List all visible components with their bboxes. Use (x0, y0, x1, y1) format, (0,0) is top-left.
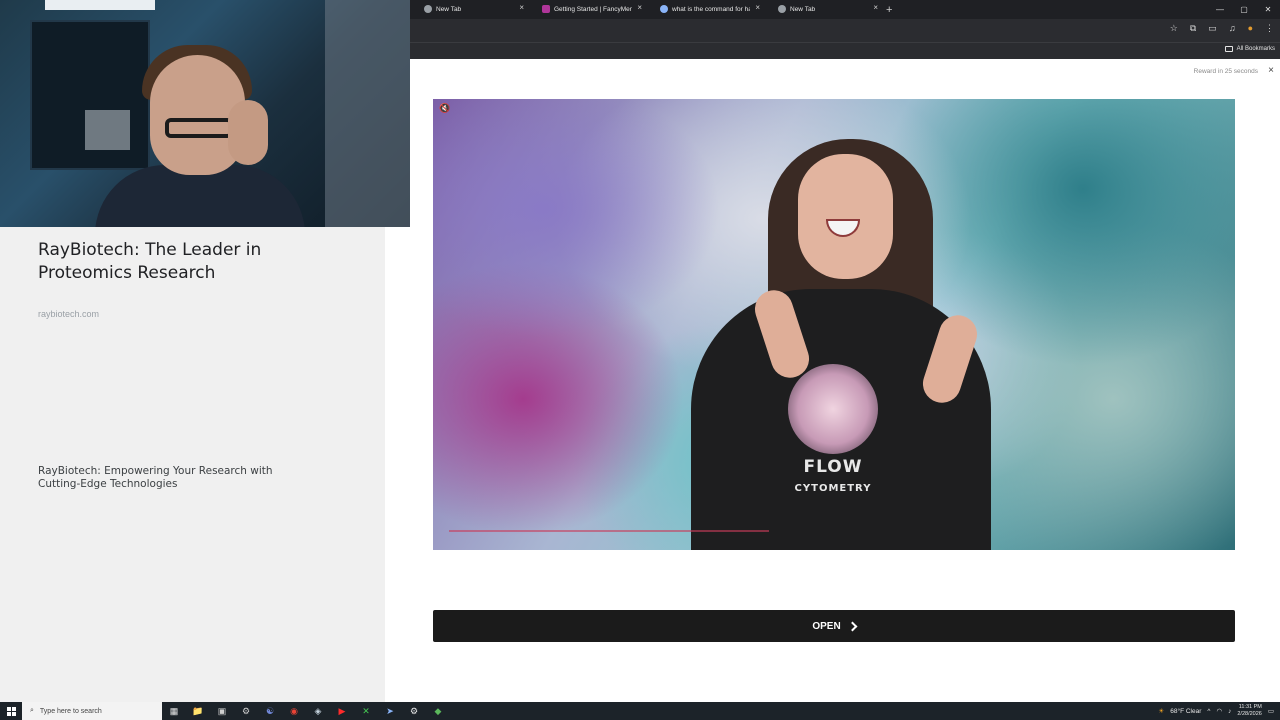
close-tab-icon[interactable]: × (873, 3, 878, 12)
steam-icon[interactable]: ◈ (306, 702, 330, 720)
ad-main-area: Reward in 25 seconds × 🔇 FLOW CYTOMETRY … (385, 59, 1280, 702)
tab-fancymenu[interactable]: Getting Started | FancyMenu v × (528, 0, 646, 19)
globe-icon (778, 5, 786, 13)
tab-search[interactable]: what is the command for hardc × (646, 0, 764, 19)
streamer-glasses (165, 118, 233, 138)
globe-icon (424, 5, 432, 13)
all-bookmarks-label: All Bookmarks (1236, 46, 1275, 52)
chrome-icon[interactable]: ◉ (282, 702, 306, 720)
all-bookmarks-button[interactable]: All Bookmarks (1224, 46, 1275, 52)
browser-toolbar: ☆ ⧉ ▭ ♫ ● ⋮ (410, 19, 1280, 42)
profile-avatar-icon[interactable]: ● (1248, 23, 1253, 34)
bookmarks-bar: All Bookmarks (410, 42, 1280, 59)
ad-description: RayBiotech: Empowering Your Research wit… (38, 465, 273, 490)
presenter-face (798, 154, 893, 279)
windows-logo-icon (6, 706, 16, 716)
gear-icon[interactable]: ⚙ (402, 702, 426, 720)
window-controls: — ▢ ✕ (1208, 0, 1280, 19)
background-box (85, 110, 130, 150)
folder-icon (1224, 46, 1233, 52)
ad-title[interactable]: RayBiotech: The Leader in Proteomics Res… (38, 239, 338, 285)
tray-overflow-icon[interactable]: ^ (1207, 708, 1210, 715)
maximize-icon[interactable]: ▢ (1232, 0, 1256, 19)
open-button[interactable]: OPEN (433, 610, 1235, 642)
tab-label: Getting Started | FancyMenu v (554, 6, 632, 13)
ad-video[interactable]: 🔇 FLOW CYTOMETRY (433, 99, 1235, 550)
task-view-icon[interactable]: ▦ (162, 702, 186, 720)
webcam-overlay (0, 0, 410, 227)
app-icon[interactable]: ➤ (378, 702, 402, 720)
reward-countdown: Reward in 25 seconds (1193, 68, 1258, 75)
search-icon: ⌕ (30, 707, 34, 714)
xbox-icon[interactable]: ✕ (354, 702, 378, 720)
mute-icon[interactable]: 🔇 (439, 103, 451, 115)
shirt-text-flow: FLOW (803, 457, 863, 477)
tab-new-tab-1[interactable]: New Tab × (410, 0, 528, 19)
network-icon[interactable]: ◠ (1216, 707, 1222, 715)
streamer-hand (228, 100, 268, 165)
search-placeholder: Type here to search (39, 707, 102, 715)
file-explorer-icon[interactable]: 📁 (186, 702, 210, 720)
shirt-text-cytometry: CYTOMETRY (794, 483, 872, 494)
extensions-icon[interactable]: ⧉ (1190, 23, 1196, 34)
ad-domain[interactable]: raybiotech.com (38, 309, 99, 319)
open-button-label: OPEN (812, 620, 841, 632)
video-progress-bar (449, 530, 769, 532)
discord-icon[interactable]: ☯ (258, 702, 282, 720)
notification-icon[interactable]: ▭ (1268, 707, 1274, 715)
tab-label: what is the command for hardc (672, 6, 750, 13)
tab-label: New Tab (790, 6, 816, 13)
system-tray: ☀ 68°F Clear ^ ◠ ♪ 11:31 PM 2/28/2026 ▭ (1158, 702, 1280, 720)
shirt-text: FLOW CYTOMETRY (788, 457, 878, 494)
youtube-icon[interactable]: ▶ (330, 702, 354, 720)
browser-tab-bar: New Tab × Getting Started | FancyMenu v … (410, 0, 1280, 19)
toolbar-icons: ☆ ⧉ ▭ ♫ ● ⋮ (1170, 23, 1274, 34)
clock-time: 11:31 PM (1238, 704, 1262, 710)
google-icon (660, 5, 668, 13)
minimize-icon[interactable]: — (1208, 0, 1232, 19)
settings-app-icon[interactable]: ⚙ (234, 702, 258, 720)
windows-taskbar: ⌕ Type here to search ▦ 📁 ▣ ⚙ ☯ ◉ ◈ ▶ ✕ … (0, 702, 1280, 720)
close-tab-icon[interactable]: × (755, 3, 760, 12)
address-bar[interactable] (410, 22, 1140, 39)
side-panel-icon[interactable]: ▭ (1208, 23, 1217, 34)
bookmark-star-icon[interactable]: ☆ (1170, 23, 1178, 34)
shirt-graphic (788, 364, 878, 454)
start-button[interactable] (0, 702, 22, 720)
clock-date: 2/28/2026 (1237, 711, 1262, 717)
close-ad-icon[interactable]: × (1268, 65, 1274, 76)
minecraft-icon[interactable]: ◆ (426, 702, 450, 720)
clock[interactable]: 11:31 PM 2/28/2026 (1237, 704, 1261, 718)
background-door (325, 0, 410, 227)
media-control-icon[interactable]: ♫ (1229, 23, 1236, 34)
close-tab-icon[interactable]: × (637, 3, 642, 12)
tab-new-tab-2[interactable]: New Tab × (764, 0, 882, 19)
close-window-icon[interactable]: ✕ (1256, 0, 1280, 19)
terminal-icon[interactable]: ▣ (210, 702, 234, 720)
close-tab-icon[interactable]: × (519, 3, 524, 12)
new-tab-button[interactable]: + (886, 4, 892, 16)
tab-label: New Tab (436, 6, 462, 13)
weather-icon[interactable]: ☀ (1158, 707, 1164, 715)
fancymenu-icon (542, 5, 550, 13)
menu-icon[interactable]: ⋮ (1265, 23, 1274, 34)
chevron-right-icon (847, 621, 858, 631)
ad-info-panel: RayBiotech: The Leader in Proteomics Res… (0, 227, 385, 702)
screen: New Tab × Getting Started | FancyMenu v … (0, 0, 1280, 720)
weather-text[interactable]: 68°F Clear (1170, 708, 1201, 715)
background-monitor (45, 0, 155, 10)
taskbar-search[interactable]: ⌕ Type here to search (22, 702, 162, 720)
volume-icon[interactable]: ♪ (1228, 708, 1231, 715)
